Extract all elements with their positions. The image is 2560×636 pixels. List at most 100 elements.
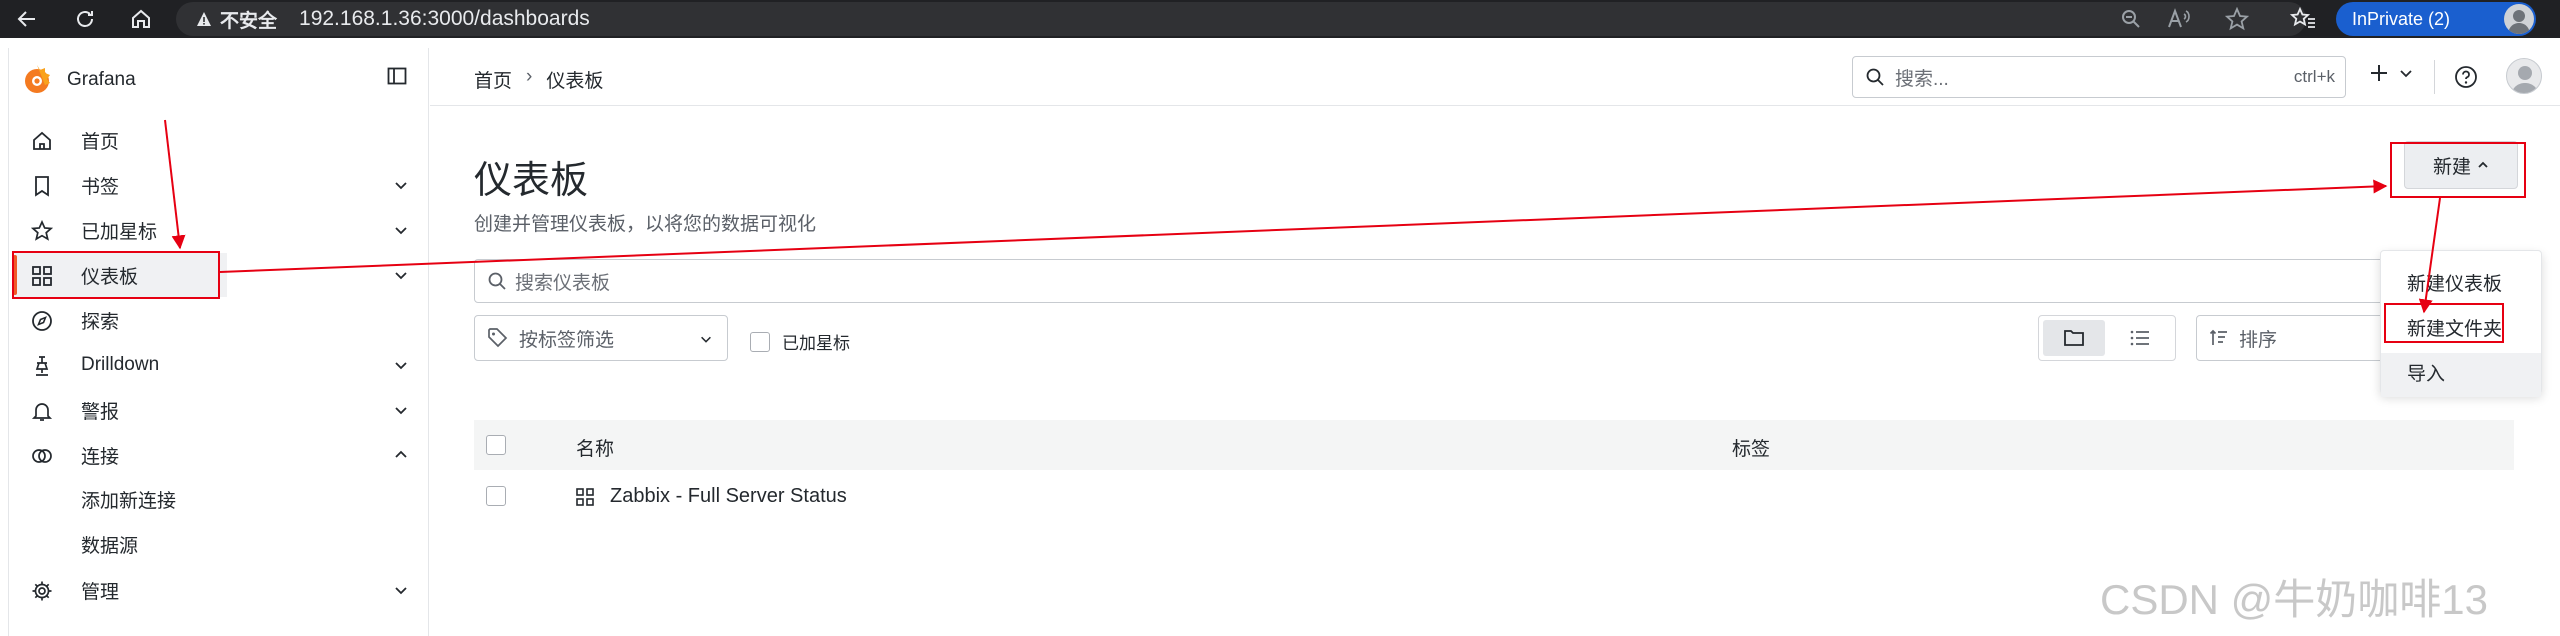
list-view-button[interactable] (2109, 320, 2171, 356)
favorite-star-icon[interactable] (2224, 7, 2250, 31)
table-header: 名称 标签 (474, 420, 2514, 470)
annotation-box-new-button (2390, 142, 2526, 198)
read-aloud-icon[interactable] (2166, 7, 2192, 31)
user-avatar[interactable] (2506, 58, 2542, 94)
tag-filter-label: 按标签筛选 (519, 329, 615, 351)
help-button[interactable] (2454, 65, 2478, 89)
search-icon (488, 272, 506, 290)
sidebar-item-starred[interactable]: 已加星标 (9, 208, 429, 252)
chevron-down-icon[interactable] (393, 357, 409, 373)
sidebar-item-label: Drilldown (81, 354, 160, 375)
chevron-down-icon[interactable] (393, 582, 409, 598)
chevron-up-icon[interactable] (393, 447, 409, 463)
connections-icon (32, 449, 52, 463)
select-all-checkbox[interactable] (486, 435, 506, 455)
favorites-list-icon[interactable] (2290, 7, 2316, 31)
table-row[interactable]: Zabbix - Full Server Status (474, 470, 2514, 522)
sidebar-item-add-connection[interactable]: 添加新连接 (81, 486, 176, 513)
breadcrumb: 首页 › 仪表板 (474, 66, 603, 93)
breadcrumb-home[interactable]: 首页 (474, 66, 512, 93)
sidebar-item-connections[interactable]: 连接 (9, 433, 429, 477)
add-menu-button[interactable] (2368, 62, 2414, 84)
dashboard-grid-icon (576, 488, 594, 506)
user-icon (2511, 66, 2539, 93)
chevron-down-icon[interactable] (393, 402, 409, 418)
search-placeholder: 搜索... (1895, 68, 1949, 90)
bell-icon (31, 403, 53, 421)
sidebar-item-alerting[interactable]: 警报 (9, 388, 429, 432)
menu-item-import[interactable]: 导入 (2381, 353, 2541, 397)
sidebar: Grafana 首页 书签 已加星标 仪表板 探索 Drilldown 警报 连… (9, 48, 429, 636)
dock-menu-icon[interactable] (387, 66, 407, 86)
toolbar-divider (2434, 60, 2435, 94)
chevron-down-icon[interactable] (393, 177, 409, 193)
breadcrumb-separator: › (526, 66, 533, 87)
help-icon (2455, 66, 2477, 88)
warning-icon (197, 12, 211, 26)
starred-filter-label: 已加星标 (782, 334, 850, 353)
chevron-down-icon (2400, 70, 2412, 78)
sidebar-item-label: 探索 (81, 311, 120, 333)
back-icon[interactable] (14, 7, 40, 31)
url-text[interactable]: 192.168.1.36:3000/dashboards (299, 7, 590, 31)
sidebar-item-label: 管理 (81, 581, 120, 603)
page-title: 仪表板 (474, 160, 589, 202)
tag-filter-select[interactable]: 按标签筛选 (474, 315, 728, 361)
home-icon[interactable] (128, 7, 154, 31)
inprivate-button[interactable]: InPrivate (2) (2336, 2, 2536, 36)
annotation-box-dashboards (12, 251, 220, 299)
dashboard-search-placeholder: 搜索仪表板 (515, 272, 611, 294)
inprivate-label: InPrivate (2) (2352, 8, 2451, 29)
sidebar-item-label: 警报 (81, 401, 120, 423)
chevron-down-icon[interactable] (393, 222, 409, 238)
sidebar-item-label: 首页 (81, 131, 120, 153)
chevron-down-icon[interactable] (393, 267, 409, 283)
sidebar-item-data-sources[interactable]: 数据源 (81, 531, 138, 558)
main-content: 仪表板 创建并管理仪表板，以将您的数据可视化 新建 搜索仪表板 按标签筛选 已加… (430, 107, 2560, 636)
annotation-box-import (2384, 303, 2504, 343)
drilldown-icon (35, 356, 49, 376)
sidebar-item-explore[interactable]: 探索 (9, 298, 429, 342)
dashboard-search-input[interactable]: 搜索仪表板 (474, 259, 2514, 303)
column-tags-header: 标签 (1732, 439, 1771, 460)
brand-name: Grafana (67, 69, 136, 90)
search-shortcut: ctrl+k (2293, 67, 2335, 86)
sidebar-item-bookmarks[interactable]: 书签 (9, 163, 429, 207)
search-input[interactable]: 搜索... ctrl+k (1852, 56, 2346, 98)
top-bar: 首页 › 仪表板 搜索... ctrl+k (430, 48, 2560, 106)
menu-item-new-dashboard[interactable]: 新建仪表板 (2381, 263, 2541, 307)
sidebar-item-label: 已加星标 (81, 221, 158, 243)
home-icon (33, 131, 51, 150)
sidebar-item-label: 书签 (81, 176, 120, 198)
brand[interactable]: Grafana (21, 62, 136, 98)
refresh-icon[interactable] (72, 7, 98, 31)
sort-label: 排序 (2239, 329, 2278, 351)
folder-icon (2064, 330, 2084, 346)
breadcrumb-current: 仪表板 (546, 71, 604, 92)
compass-icon (32, 311, 52, 331)
zoom-icon[interactable] (2118, 7, 2144, 31)
grafana-logo-icon (25, 65, 50, 93)
folder-view-button[interactable] (2043, 320, 2105, 356)
sidebar-item-administration[interactable]: 管理 (9, 568, 429, 612)
starred-filter[interactable]: 已加星标 (750, 329, 850, 354)
bookmark-icon (35, 176, 49, 197)
starred-checkbox[interactable] (750, 331, 770, 352)
column-name-header: 名称 (576, 439, 615, 460)
grafana-app: Grafana 首页 书签 已加星标 仪表板 探索 Drilldown 警报 连… (8, 48, 2560, 636)
watermark: CSDN @牛奶咖啡13 (2100, 576, 2489, 623)
list-icon (2130, 330, 2149, 346)
browser-toolbar: 不安全 192.168.1.36:3000/dashboards InPriva… (0, 0, 2560, 38)
plus-icon (2371, 65, 2387, 81)
star-icon (31, 220, 53, 241)
row-checkbox[interactable] (486, 486, 506, 506)
chevron-down-icon (701, 336, 711, 343)
address-bar[interactable]: 不安全 192.168.1.36:3000/dashboards (176, 2, 2306, 36)
avatar (2504, 4, 2534, 34)
sidebar-item-home[interactable]: 首页 (9, 118, 429, 162)
sidebar-item-drilldown[interactable]: Drilldown (9, 343, 429, 387)
view-toggle (2038, 315, 2176, 361)
insecure-label: 不安全 (220, 10, 278, 32)
tag-icon (488, 328, 508, 348)
dashboard-title-link[interactable]: Zabbix - Full Server Status (610, 485, 847, 508)
